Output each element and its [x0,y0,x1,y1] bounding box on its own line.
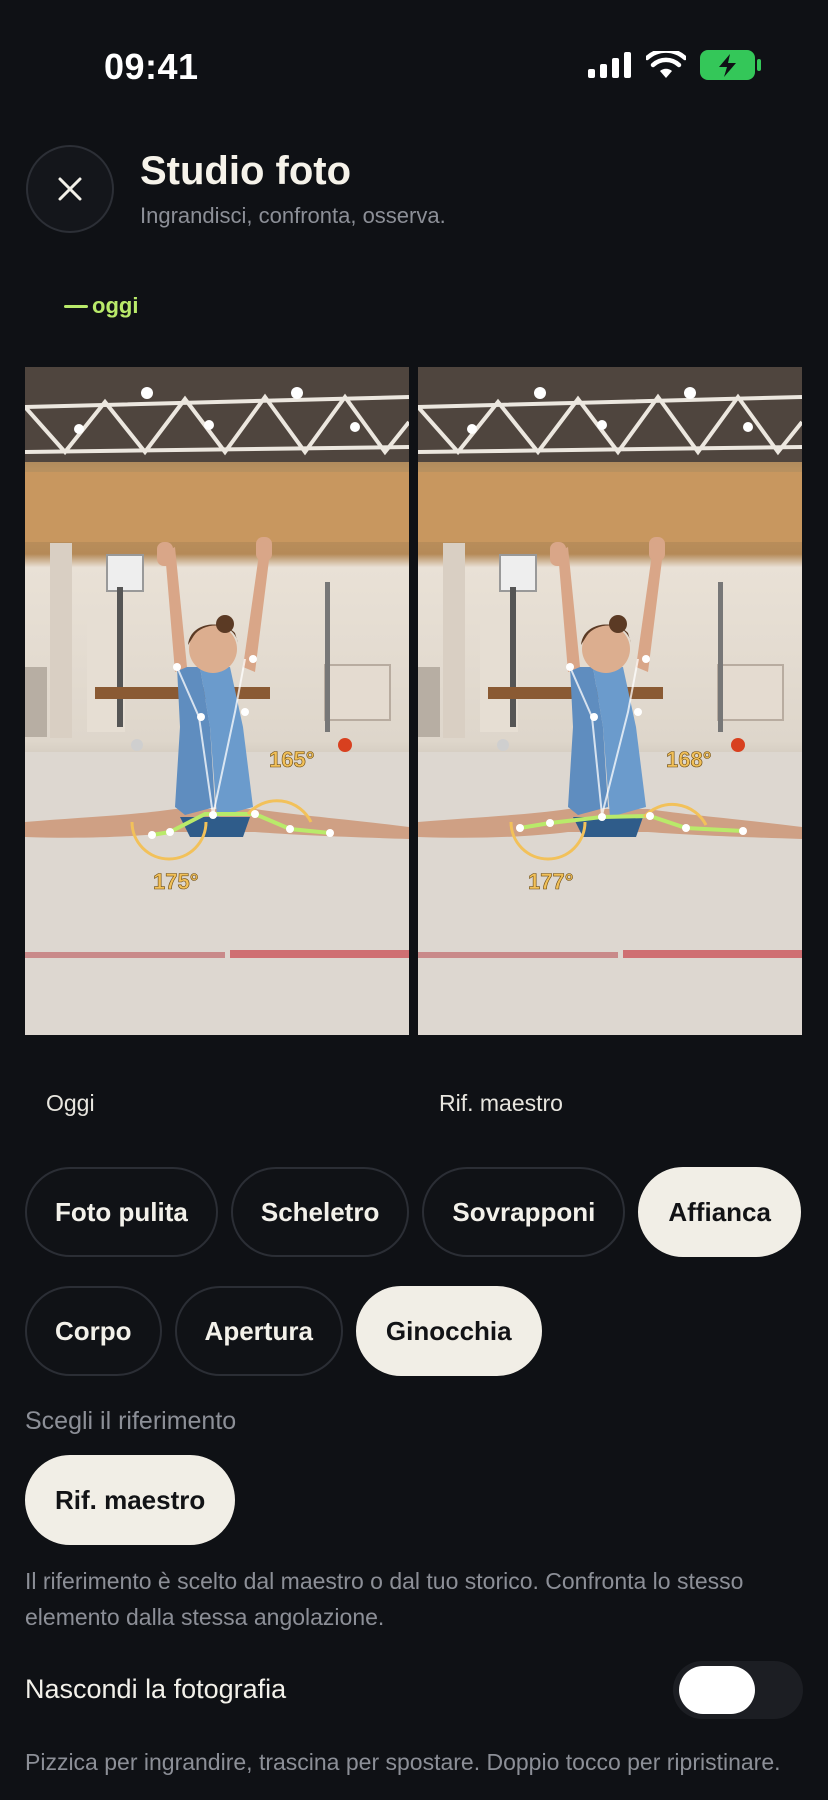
chip-sovrapponi[interactable]: Sovrapponi [422,1167,626,1257]
view-mode-chips: Foto pulita Scheletro Sovrapponi Affianc… [25,1167,801,1257]
photo-label-reference: Rif. maestro [439,1090,563,1116]
header: Studio foto Ingrandisci, confronta, osse… [26,145,802,235]
chip-affianca[interactable]: Affianca [638,1167,801,1257]
angle-label-today-right: 165° [269,747,315,772]
photo-reference[interactable]: 168° 177° [418,367,802,1035]
photo-label-today: Oggi [46,1090,95,1116]
chip-corpo[interactable]: Corpo [25,1286,162,1376]
battery-charging-icon [700,50,761,80]
wifi-icon [646,51,686,78]
chip-apertura[interactable]: Apertura [174,1286,343,1376]
toggle-knob [679,1666,755,1714]
hide-photo-row: Nascondi la fotografia [25,1660,803,1720]
chip-scheletro[interactable]: Scheletro [230,1167,410,1257]
close-button[interactable] [26,145,114,233]
angle-label-reference-left: 177° [528,869,574,894]
photo-today[interactable]: 165° 175° [25,367,409,1035]
gymnast-photo-reference: 168° 177° [418,367,802,1035]
reference-section-label: Scegli il riferimento [25,1407,237,1435]
chip-ginocchia[interactable]: Ginocchia [355,1286,542,1376]
page-title: Studio foto [140,149,352,193]
legend-line-swatch [64,304,88,308]
chip-foto-pulita[interactable]: Foto pulita [25,1167,218,1257]
legend-label: oggi [92,293,139,318]
focus-chips: Corpo Apertura Ginocchia [25,1286,542,1376]
chip-rif-maestro[interactable]: Rif. maestro [25,1455,236,1545]
signal-icon [588,52,631,78]
status-icons [588,50,762,80]
hide-photo-label: Nascondi la fotografia [25,1674,287,1704]
angle-label-reference-right: 168° [666,747,712,772]
close-icon [58,177,82,201]
gesture-hint: Pizzica per ingrandire, trascina per spo… [25,1749,781,1775]
angle-label-today-left: 175° [153,869,199,894]
legend-today: oggi [64,293,138,319]
status-bar: 09:41 [0,0,828,130]
gymnast-photo-today: 165° 175° [25,367,409,1035]
status-time: 09:41 [104,46,199,87]
hide-photo-toggle[interactable] [673,1661,803,1719]
page-subtitle: Ingrandisci, confronta, osserva. [140,203,446,228]
reference-chips: Rif. maestro [25,1455,236,1545]
photo-comparison[interactable]: 165° 175° 168° 177° [25,367,803,1035]
reference-note: Il riferimento è scelto dal maestro o da… [25,1568,744,1630]
